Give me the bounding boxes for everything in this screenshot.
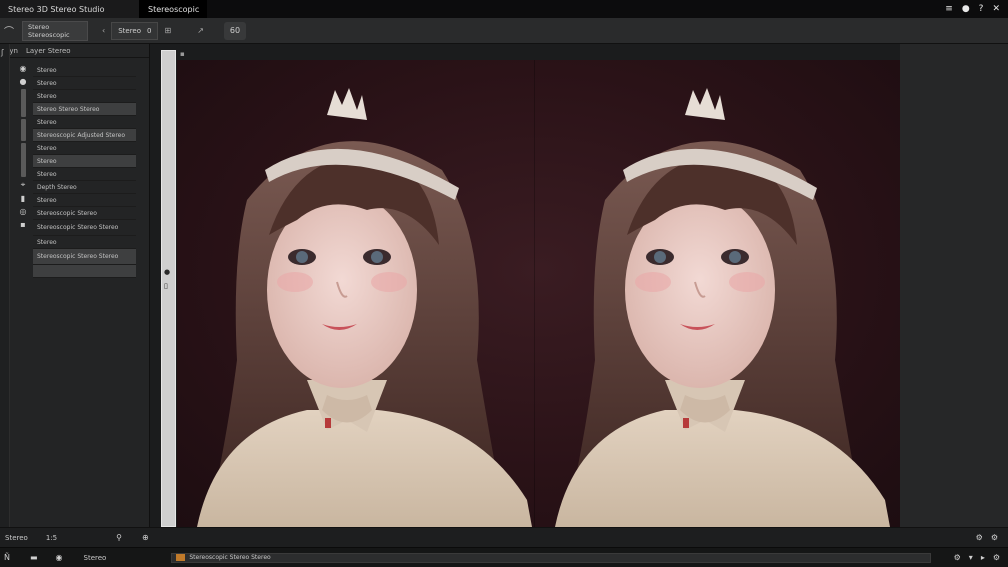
toolbar: ⌒ Stereo Stereoscopic Adjustment ‹ Stere…	[0, 18, 1008, 44]
search-icon[interactable]: ⚲	[112, 533, 126, 542]
layer-label: Stereo	[37, 118, 57, 126]
status-bar-bottom: Ñ ▬ ◉ Stereo Stereoscopic Stereo Stereo …	[0, 547, 1008, 567]
panel-tabs: Dyn Layer Stereo	[0, 44, 149, 58]
status-label: Stereo	[83, 553, 107, 562]
layer-row[interactable]: Stereo	[33, 194, 136, 207]
right-workspace	[900, 44, 1008, 527]
ruler-slider-icon[interactable]: ▯	[164, 282, 168, 290]
layer-label: Stereo	[37, 238, 57, 246]
record-icon[interactable]: ●	[962, 4, 970, 14]
grid-button[interactable]: ⊞	[158, 22, 177, 40]
left-gutter: ʃ	[0, 44, 10, 527]
target-icon[interactable]: ⊕	[138, 533, 153, 542]
status-bar-top: Stereo 1:5 ⚲ ⊕ ⚙ ⚙	[0, 527, 1008, 547]
layer-row[interactable]: Stereo	[33, 77, 136, 90]
layer-row[interactable]: Stereoscopic Stereo Stereo	[33, 249, 136, 265]
layer-row[interactable]	[33, 265, 136, 278]
play-icon[interactable]: ▸	[977, 553, 989, 562]
record-icon[interactable]: ◉	[52, 553, 67, 562]
gear-icon[interactable]: ⚙	[989, 553, 1004, 562]
target-icon[interactable]: ◎	[17, 205, 29, 217]
strip-scroll-segment[interactable]	[20, 119, 26, 141]
mode-select-label: Stereo	[118, 26, 142, 35]
bar-icon[interactable]: ▬	[26, 553, 42, 562]
preset-field[interactable]: Stereo Stereoscopic Adjustment	[22, 20, 88, 41]
help-icon[interactable]: ?	[979, 4, 984, 14]
strip-scroll-segment[interactable]	[20, 89, 26, 117]
ruler-handle-icon[interactable]: ●	[164, 268, 170, 276]
gear-icon[interactable]: ⚙	[972, 533, 987, 542]
layer-label: Stereoscopic Stereo Stereo	[37, 253, 119, 260]
window-controls: ≡ ● ? ✕	[945, 4, 1008, 14]
gear-icon[interactable]: ⚙	[950, 553, 965, 562]
layer-row[interactable]: Stereoscopic Adjusted Stereo	[33, 129, 136, 142]
layer-row[interactable]: Stereo	[33, 90, 136, 103]
layer-label: Stereoscopic Stereo	[37, 209, 97, 217]
layer-label: Stereoscopic Stereo Stereo	[37, 224, 119, 231]
layer-row[interactable]: Stereoscopic Stereo	[33, 207, 136, 220]
layer-label: Stereo	[37, 66, 57, 74]
layer-row[interactable]: Stereoscopic Stereo Stereo	[33, 220, 136, 236]
layer-row[interactable]: Stereo	[33, 236, 136, 249]
document-tab[interactable]: Stereoscopic	[140, 0, 208, 18]
dropdown-icon[interactable]: ▾	[965, 553, 977, 562]
layer-row[interactable]: Stereo	[33, 142, 136, 155]
mode-select-value: 0	[147, 26, 152, 35]
back-button[interactable]: ‹	[96, 22, 111, 40]
tab-layer-stereo[interactable]: Layer Stereo	[26, 47, 71, 55]
curve-tool-icon[interactable]: ⌒	[0, 20, 18, 42]
layer-row[interactable]: Stereo Stereo Stereo	[33, 103, 136, 116]
ruler-corner-icon: ▪	[180, 50, 185, 58]
layer-row[interactable]: Stereo	[33, 116, 136, 129]
layer-swatch	[176, 554, 186, 561]
status-ratio-label: 1:5	[45, 533, 58, 542]
layer-label: Stereo	[37, 144, 57, 152]
layer-row[interactable]: Depth Stereo	[33, 181, 136, 194]
layer-row[interactable]: Stereo	[33, 155, 136, 168]
dot-icon[interactable]: ●	[17, 75, 29, 87]
square-icon[interactable]: ▪	[17, 218, 29, 230]
timeline-track-label: Stereoscopic Stereo Stereo	[189, 554, 271, 561]
layer-label: Stereo	[37, 170, 57, 178]
eye-icon[interactable]: ◉	[17, 62, 29, 74]
document-tab-label: Stereoscopic	[148, 4, 200, 14]
arrow-tool-button[interactable]: ↗	[191, 22, 210, 40]
layer-row[interactable]: Stereo	[33, 64, 136, 77]
layers-panel: Dyn Layer Stereo ◉ ● ⌖ ▮ ◎ ▪ Stereo Stere…	[0, 44, 150, 527]
app-tab[interactable]: Stereo 3D Stereo Studio	[0, 0, 140, 18]
status-mode-label: Stereo	[5, 533, 28, 542]
lock-icon[interactable]: ⌖	[17, 179, 29, 191]
pen-icon[interactable]: ʃ	[1, 48, 4, 57]
layer-list: Stereo Stereo Stereo Stereo Stereo Stereo St…	[33, 64, 136, 278]
zoom-button[interactable]: 60	[223, 21, 247, 40]
mode-select[interactable]: Stereo 0	[111, 21, 159, 40]
layer-visibility-strip: ◉ ● ⌖ ▮ ◎ ▪	[17, 62, 29, 292]
n-icon[interactable]: Ñ	[0, 553, 14, 562]
image-canvas[interactable]	[177, 60, 900, 527]
layer-label: Stereo	[37, 196, 57, 204]
portrait-right-image	[555, 88, 890, 527]
layer-label: Depth Stereo	[37, 183, 77, 191]
layer-label: Stereo Stereo Stereo	[37, 105, 100, 113]
title-bar: Stereo 3D Stereo Studio Stereoscopic ≡ ●…	[0, 0, 1008, 18]
close-icon[interactable]: ✕	[992, 4, 1000, 14]
timeline-track[interactable]: Stereoscopic Stereo Stereo	[171, 552, 932, 563]
layer-label: Stereo	[37, 157, 57, 165]
gear-icon[interactable]: ⚙	[987, 533, 1002, 542]
layer-icon[interactable]: ▮	[17, 192, 29, 204]
menu-icon[interactable]: ≡	[945, 4, 953, 14]
layer-label: Stereo	[37, 79, 57, 87]
portrait-left-image	[197, 88, 532, 527]
layer-row[interactable]: Stereo	[33, 168, 136, 181]
layer-label: Stereoscopic Adjusted Stereo	[37, 131, 126, 139]
app-tab-label: Stereo 3D Stereo Studio	[8, 4, 105, 14]
strip-scroll-segment[interactable]	[20, 143, 26, 177]
layer-label: Stereo	[37, 92, 57, 100]
